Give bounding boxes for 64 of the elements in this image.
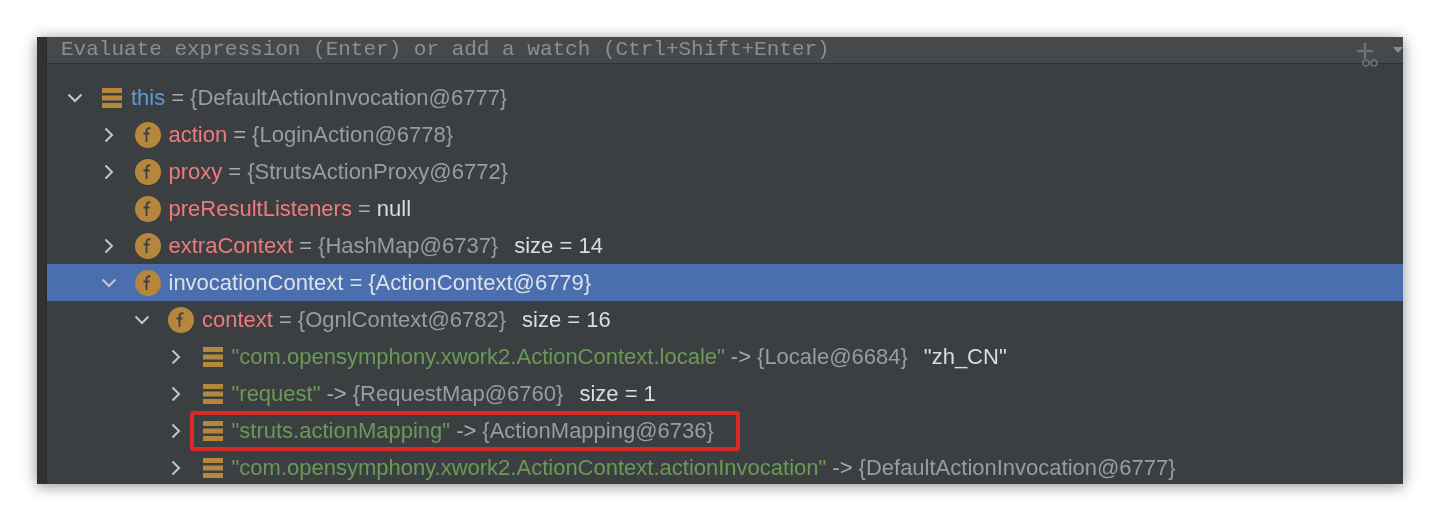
operator: = bbox=[349, 269, 363, 296]
operator: = bbox=[299, 232, 313, 259]
variable-name: preResultListeners bbox=[168, 195, 352, 222]
variable-name: action bbox=[168, 121, 228, 148]
variable-value: {OgnlContext@6782} bbox=[297, 306, 507, 333]
variable-value: {ActionMapping@6736} bbox=[482, 417, 714, 444]
caret-icon[interactable] bbox=[1393, 45, 1403, 55]
field-icon bbox=[134, 232, 161, 259]
operator: -> bbox=[326, 380, 347, 407]
operator: = bbox=[171, 84, 185, 111]
operator: = bbox=[228, 158, 242, 185]
tree-row[interactable]: invocationContext = {ActionContext@6779} bbox=[47, 264, 1403, 301]
variable-value: {DefaultActionInvocation@6777} bbox=[190, 84, 508, 111]
variable-name: this bbox=[131, 84, 166, 111]
tree-row[interactable]: proxy = {StrutsActionProxy@6772} bbox=[47, 153, 1403, 190]
variable-value: {HashMap@6737} bbox=[318, 232, 499, 259]
variable-value: {Locale@6684} bbox=[757, 343, 908, 370]
operator: = bbox=[233, 121, 247, 148]
value-detail: size = 1 bbox=[579, 380, 656, 407]
field-icon bbox=[134, 195, 161, 222]
stacked-bars-icon bbox=[201, 456, 224, 479]
variable-name: invocationContext bbox=[168, 269, 344, 296]
tree-row[interactable]: "com.opensymphony.xwork2.ActionContext.locale" -> {Locale@6684} "zh_CN" bbox=[47, 338, 1403, 375]
chevron-down-icon[interactable] bbox=[100, 277, 117, 288]
tree-row[interactable]: action = {LoginAction@6778} bbox=[47, 116, 1403, 153]
operator: = bbox=[278, 306, 292, 333]
stacked-bars-icon bbox=[201, 419, 224, 442]
tree-row[interactable]: "struts.actionMapping" -> {ActionMapping@6736} bbox=[47, 412, 1403, 449]
stacked-bars-icon bbox=[101, 86, 123, 109]
operator: = bbox=[357, 195, 371, 222]
variable-name: context bbox=[202, 306, 273, 333]
variable-name: "com.opensymphony.xwork2.ActionContext.actionInvocation" bbox=[231, 454, 827, 481]
variable-name: extraContext bbox=[168, 232, 294, 259]
variable-name: proxy bbox=[168, 158, 223, 185]
variable-value: {DefaultActionInvocation@6777} bbox=[858, 454, 1176, 481]
value-detail: size = 14 bbox=[514, 232, 603, 259]
variable-name: "com.opensymphony.xwork2.ActionContext.locale" bbox=[231, 343, 725, 370]
operator: -> bbox=[456, 417, 477, 444]
value-detail: "zh_CN" bbox=[923, 343, 1007, 370]
field-icon bbox=[134, 158, 161, 185]
variable-name: "request" bbox=[231, 380, 321, 407]
tree-row[interactable]: "request" -> {RequestMap@6760} size = 1 bbox=[47, 375, 1403, 412]
tree-row[interactable]: context = {OgnlContext@6782} size = 16 bbox=[47, 301, 1403, 338]
chevron-down-icon[interactable] bbox=[134, 314, 150, 325]
operator: -> bbox=[730, 343, 752, 370]
field-icon bbox=[134, 121, 161, 148]
value-detail: size = 16 bbox=[522, 306, 611, 333]
operator: -> bbox=[832, 454, 853, 481]
variable-name: "struts.actionMapping" bbox=[231, 417, 451, 444]
tree-row[interactable]: this = {DefaultActionInvocation@6777} bbox=[47, 79, 1403, 116]
tree-row[interactable]: extraContext = {HashMap@6737} size = 14 bbox=[47, 227, 1403, 264]
stacked-bars-icon bbox=[201, 382, 224, 405]
tree-row[interactable]: "com.opensymphony.xwork2.ActionContext.actionInvocation" -> {DefaultActionInvocation@6777} bbox=[47, 449, 1403, 484]
field-icon bbox=[134, 269, 161, 296]
chevron-down-icon[interactable] bbox=[67, 92, 83, 103]
variable-value: {RequestMap@6760} bbox=[352, 380, 564, 407]
variable-value: {StrutsActionProxy@6772} bbox=[247, 158, 508, 185]
stacked-bars-icon bbox=[201, 345, 224, 368]
variable-value: {LoginAction@6778} bbox=[252, 121, 454, 148]
field-icon bbox=[168, 306, 194, 333]
variable-value: {ActionContext@6779} bbox=[368, 269, 592, 296]
tree-row[interactable]: preResultListeners = null bbox=[47, 190, 1403, 227]
watch-expression-field[interactable]: Evaluate expression (Enter) or add a watch (Ctrl+Shift+Enter) bbox=[47, 37, 1403, 64]
variable-value: null bbox=[376, 195, 412, 222]
